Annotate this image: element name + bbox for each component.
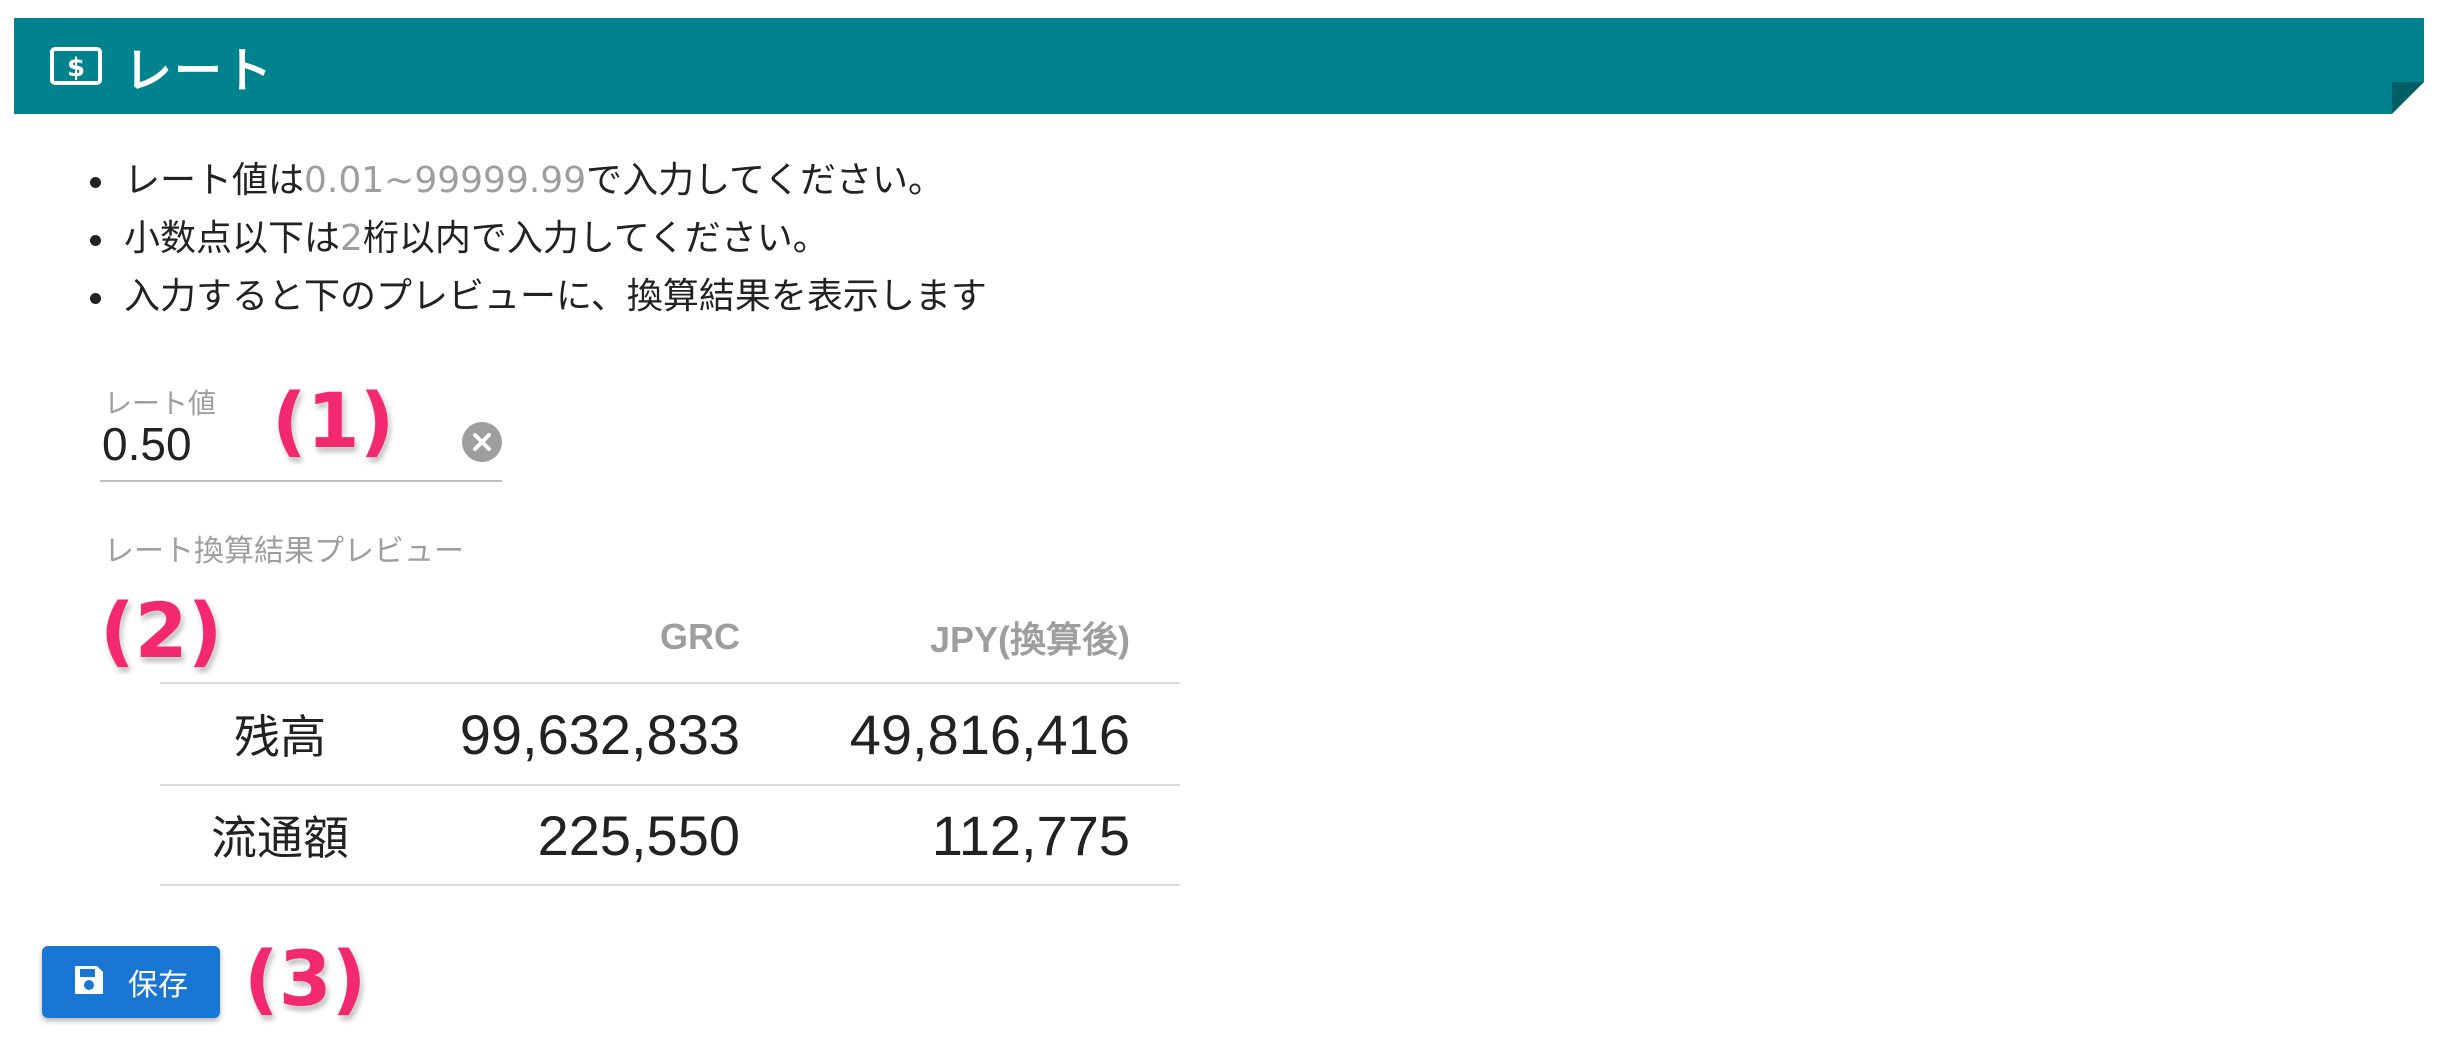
svg-text:$: $ bbox=[67, 53, 85, 83]
instruction-item: レート値は0.01~99999.99で入力してください。 bbox=[90, 152, 987, 210]
save-button[interactable]: 保存 bbox=[42, 946, 220, 1018]
instruction-item: 小数点以下は2桁以内で入力してください。 bbox=[90, 210, 987, 268]
rate-field-label: レート値 bbox=[104, 387, 217, 420]
column-header-grc: GRC bbox=[660, 616, 740, 657]
preview-label: レート換算結果プレビュー bbox=[104, 534, 464, 569]
row-label: 流通額 bbox=[211, 811, 349, 865]
instruction-item: 入力すると下のプレビューに、換算結果を表示します bbox=[90, 268, 987, 326]
table-header: GRC JPY(換算後) bbox=[160, 592, 1180, 682]
marker-1: (1) bbox=[270, 375, 395, 467]
preview-table: GRC JPY(換算後) 残高 99,632,833 49,816,416 流通… bbox=[160, 592, 1180, 886]
column-header-jpy: JPY(換算後) bbox=[929, 619, 1130, 660]
dollar-bill-icon: $ bbox=[50, 46, 104, 86]
grc-value: 99,632,833 bbox=[459, 702, 740, 766]
marker-3: (3) bbox=[242, 933, 367, 1025]
page-title: レート bbox=[124, 43, 275, 99]
instruction-list: レート値は0.01~99999.99で入力してください。 小数点以下は2桁以内で… bbox=[90, 152, 987, 326]
jpy-value: 112,775 bbox=[931, 803, 1130, 867]
grc-value: 225,550 bbox=[537, 803, 740, 867]
page-header: $ レート bbox=[14, 18, 2424, 114]
decimal-digits: 2 bbox=[340, 218, 363, 259]
table-row: 流通額 225,550 112,775 bbox=[160, 784, 1180, 886]
table-row: 残高 99,632,833 49,816,416 bbox=[160, 682, 1180, 784]
save-icon bbox=[72, 963, 106, 1001]
save-button-label: 保存 bbox=[128, 968, 188, 1003]
jpy-value: 49,816,416 bbox=[849, 702, 1130, 766]
header-fold-corner bbox=[2392, 82, 2424, 114]
clear-icon[interactable] bbox=[462, 422, 502, 462]
rate-range: 0.01~99999.99 bbox=[304, 160, 587, 201]
row-label: 残高 bbox=[234, 710, 326, 764]
